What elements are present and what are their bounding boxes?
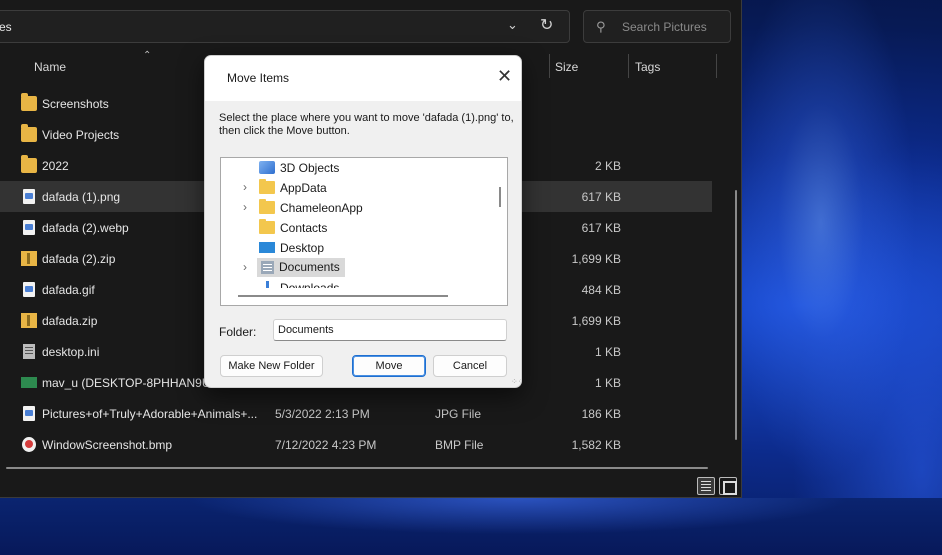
- file-icon: [23, 406, 35, 421]
- folder-tree[interactable]: 3D Objects › AppData › ChameleonApp Contacts D…: [220, 157, 508, 306]
- column-header-tags[interactable]: Tags: [635, 60, 660, 74]
- tree-item[interactable]: Downloads: [221, 278, 493, 288]
- resize-grip-icon[interactable]: ⁘⁘: [511, 377, 521, 386]
- folder-icon: [21, 155, 37, 173]
- column-header-name[interactable]: Name: [34, 60, 66, 74]
- file-name: Video Projects: [42, 128, 120, 142]
- tree-item[interactable]: Desktop: [221, 238, 493, 258]
- file-name: desktop.ini: [42, 345, 100, 359]
- column-divider[interactable]: [716, 54, 717, 78]
- column-divider[interactable]: [549, 54, 550, 78]
- file-row[interactable]: WindowScreenshot.bmp 7/12/2022 4:23 PM BMP…: [0, 429, 712, 460]
- file-date: 5/3/2022 2:13 PM: [275, 407, 370, 421]
- address-text: es: [0, 20, 12, 34]
- file-size: 186 KB: [581, 407, 621, 421]
- file-icon: [23, 189, 35, 204]
- folder-field[interactable]: [273, 319, 507, 341]
- chevron-right-icon[interactable]: ›: [243, 260, 247, 274]
- file-name: Pictures+of+Truly+Adorable+Animals+...: [42, 407, 258, 421]
- close-icon[interactable]: ✕: [497, 66, 512, 87]
- cube-icon: [259, 161, 275, 174]
- tree-item[interactable]: › Documents: [221, 258, 493, 278]
- tree-item[interactable]: Contacts: [221, 218, 493, 238]
- file-size: 1,699 KB: [571, 314, 621, 328]
- file-size: 617 KB: [581, 221, 621, 235]
- bmp-icon: [22, 437, 36, 452]
- file-size: 484 KB: [581, 283, 621, 297]
- folder-icon: [259, 219, 275, 234]
- tree-item-label: AppData: [280, 181, 327, 195]
- chevron-right-icon[interactable]: ›: [243, 200, 247, 214]
- folder-tree-items: 3D Objects › AppData › ChameleonApp Contacts D…: [221, 158, 493, 288]
- tree-item-label: ChameleonApp: [280, 201, 363, 215]
- details-view-button[interactable]: [697, 477, 715, 495]
- tree-item[interactable]: 3D Objects: [221, 158, 493, 178]
- folder-icon: [259, 179, 275, 194]
- tree-item-label: Downloads: [280, 281, 340, 288]
- zip-icon: [21, 251, 37, 266]
- file-size: 1,582 KB: [571, 438, 621, 452]
- download-icon: [266, 281, 269, 288]
- file-type: JPG File: [435, 407, 482, 421]
- file-date: 7/12/2022 4:23 PM: [275, 438, 377, 452]
- tree-horizontal-scrollbar[interactable]: [238, 295, 448, 297]
- move-items-dialog: Move Items ✕ Select the place where you …: [204, 55, 522, 388]
- column-header-size[interactable]: Size: [555, 60, 578, 74]
- column-divider[interactable]: [628, 54, 629, 78]
- file-name: mav_u (DESKTOP-8PHHAN9Us: [42, 376, 217, 390]
- ini-icon: [23, 344, 35, 359]
- tree-item-label: 3D Objects: [280, 161, 340, 175]
- file-name: dafada (2).webp: [42, 221, 129, 235]
- tree-item-label: Documents: [277, 259, 342, 276]
- search-icon: ⚲: [596, 19, 606, 34]
- folder-icon: [259, 199, 275, 214]
- file-name: dafada (1).png: [42, 190, 121, 204]
- file-size: 1 KB: [594, 376, 621, 390]
- tree-item[interactable]: › AppData: [221, 178, 493, 198]
- file-icon: [23, 220, 35, 235]
- file-name: dafada.gif: [42, 283, 95, 297]
- tree-item-label: Contacts: [280, 221, 328, 235]
- file-name: Screenshots: [42, 97, 109, 111]
- make-new-folder-button[interactable]: Make New Folder: [220, 355, 323, 377]
- horizontal-scrollbar[interactable]: [6, 467, 708, 469]
- search-input[interactable]: [622, 18, 726, 36]
- file-type: BMP File: [435, 438, 484, 452]
- file-icon: [23, 282, 35, 297]
- tree-item[interactable]: › ChameleonApp: [221, 198, 493, 218]
- file-name: 2022: [42, 159, 69, 173]
- chevron-right-icon[interactable]: ›: [243, 180, 247, 194]
- search-box[interactable]: ⚲: [583, 10, 731, 43]
- refresh-icon[interactable]: ↻: [540, 15, 553, 35]
- chevron-down-icon[interactable]: ⌄: [507, 17, 518, 33]
- dialog-message: Select the place where you want to move …: [219, 112, 514, 137]
- tiles-view-button[interactable]: [719, 477, 737, 495]
- address-bar[interactable]: es ⌄ ↻: [0, 10, 570, 43]
- vertical-scrollbar[interactable]: [735, 190, 737, 440]
- tree-vertical-scrollbar[interactable]: [499, 187, 501, 207]
- zip-icon: [21, 313, 37, 328]
- file-name: dafada (2).zip: [42, 252, 116, 266]
- dialog-title: Move Items: [227, 71, 290, 85]
- dialog-titlebar: Move Items ✕: [205, 56, 521, 101]
- file-size: 2 KB: [594, 159, 621, 173]
- net-icon: [21, 377, 37, 388]
- tree-item-label: Desktop: [280, 241, 325, 255]
- documents-icon: [261, 261, 274, 274]
- file-row[interactable]: Pictures+of+Truly+Adorable+Animals+... 5/…: [0, 398, 712, 429]
- file-name: dafada.zip: [42, 314, 98, 328]
- desktop-icon: [259, 242, 275, 253]
- folder-icon: [21, 124, 37, 142]
- cancel-button[interactable]: Cancel: [433, 355, 507, 377]
- wallpaper-swirl: [740, 0, 942, 555]
- wallpaper-bottom: [0, 498, 942, 555]
- folder-label: Folder:: [219, 325, 257, 339]
- folder-icon: [21, 93, 37, 111]
- sort-ascending-icon: ⌃: [143, 50, 152, 61]
- file-size: 1 KB: [594, 345, 621, 359]
- file-size: 1,699 KB: [571, 252, 621, 266]
- move-button[interactable]: Move: [352, 355, 426, 377]
- file-size: 617 KB: [581, 190, 621, 204]
- file-name: WindowScreenshot.bmp: [42, 438, 173, 452]
